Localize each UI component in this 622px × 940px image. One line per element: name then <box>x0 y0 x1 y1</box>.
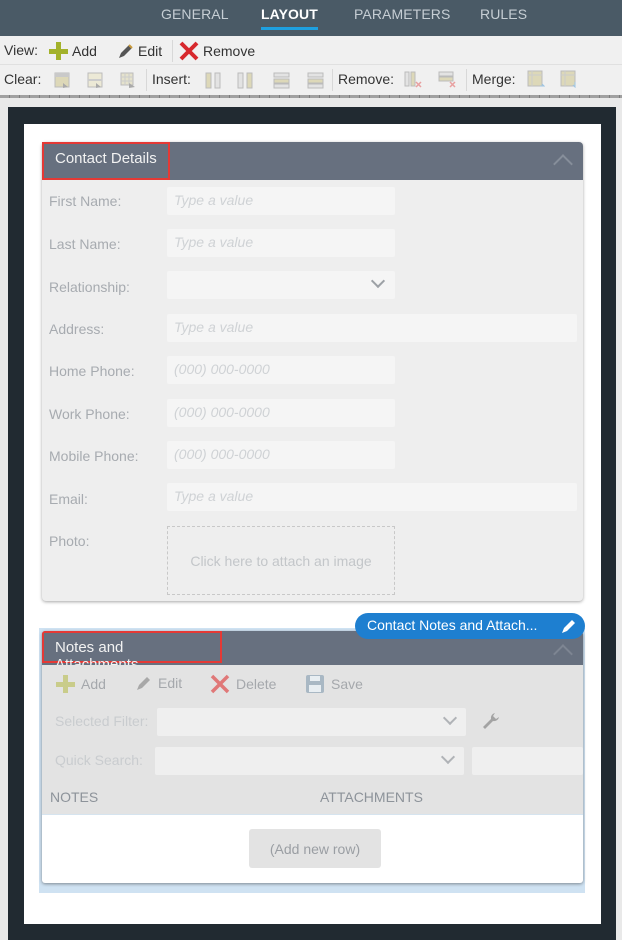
top-tab-bar: GENERAL LAYOUT PARAMETERS RULES <box>0 0 622 36</box>
notes-delete-label: Delete <box>236 676 277 692</box>
insert-row-below-icon[interactable] <box>306 71 324 89</box>
insert-column-right-icon[interactable] <box>236 71 254 89</box>
quick-search-label: Quick Search: <box>55 752 143 768</box>
first-name-label: First Name: <box>49 193 122 209</box>
photo-label: Photo: <box>49 533 90 549</box>
separator <box>332 69 333 91</box>
home-phone-input[interactable]: (000) 000-0000 <box>167 356 395 384</box>
last-name-input[interactable]: Type a value <box>167 229 395 257</box>
view-add-label: Add <box>72 42 97 59</box>
view-edit-button[interactable]: Edit <box>116 39 162 62</box>
selected-filter-dropdown[interactable] <box>157 708 466 736</box>
email-input[interactable]: Type a value <box>167 483 577 511</box>
tab-layout[interactable]: LAYOUT <box>261 6 318 30</box>
wrench-icon[interactable] <box>481 711 501 731</box>
quick-search-input[interactable] <box>472 747 583 775</box>
column-header-attachments[interactable]: ATTACHMENTS <box>320 789 423 805</box>
work-phone-label: Work Phone: <box>49 406 130 422</box>
quick-search-dropdown[interactable] <box>155 747 464 775</box>
photo-attach-area[interactable]: Click here to attach an image <box>167 526 395 595</box>
header-divider <box>42 814 583 815</box>
contact-details-header[interactable]: Contact Details <box>42 142 583 180</box>
x-icon <box>210 674 230 694</box>
mobile-phone-input[interactable]: (000) 000-0000 <box>167 441 395 469</box>
tab-rules[interactable]: RULES <box>480 6 527 22</box>
address-input[interactable]: Type a value <box>167 314 577 342</box>
email-label: Email: <box>49 491 88 507</box>
clear-cell-format-icon[interactable] <box>86 71 104 89</box>
relationship-dropdown[interactable] <box>167 271 395 299</box>
column-header-notes[interactable]: NOTES <box>50 789 98 805</box>
clear-cell-icon[interactable] <box>53 71 71 89</box>
save-disk-icon <box>306 675 324 693</box>
notes-save-button[interactable]: Save <box>305 674 363 694</box>
tab-parameters[interactable]: PARAMETERS <box>354 6 450 22</box>
clear-table-icon[interactable] <box>119 71 137 89</box>
notes-edit-label: Edit <box>158 675 183 691</box>
notes-add-label: Add <box>81 676 106 692</box>
relationship-label: Relationship: <box>49 279 130 295</box>
tab-general[interactable]: GENERAL <box>161 6 229 22</box>
view-label: View: <box>4 42 38 58</box>
chevron-down-icon <box>440 749 456 765</box>
collapse-chevron-icon[interactable] <box>553 154 573 174</box>
separator <box>466 69 467 91</box>
view-edit-label: Edit <box>138 42 163 59</box>
remove-row-icon[interactable] <box>438 70 456 88</box>
view-add-button[interactable]: Add <box>48 39 97 62</box>
chevron-down-icon <box>442 710 458 726</box>
first-name-input[interactable]: Type a value <box>167 187 395 215</box>
separator <box>146 69 147 91</box>
merge-label: Merge: <box>472 71 516 87</box>
notes-delete-button[interactable]: Delete <box>210 674 276 694</box>
add-new-row-button[interactable]: (Add new row) <box>249 829 381 868</box>
notes-add-button[interactable]: Add <box>55 674 106 694</box>
plus-icon <box>56 675 75 693</box>
contact-details-title: Contact Details <box>42 142 170 180</box>
selected-control-label[interactable]: Contact Notes and Attach... <box>355 613 585 639</box>
view-toolbar: View: Add Edit Remove <box>0 36 622 65</box>
work-phone-input[interactable]: (000) 000-0000 <box>167 399 395 427</box>
pencil-icon <box>119 43 133 58</box>
pencil-icon <box>137 677 150 690</box>
clear-label: Clear: <box>4 71 42 87</box>
insert-column-left-icon[interactable] <box>204 71 222 89</box>
home-phone-label: Home Phone: <box>49 363 135 379</box>
insert-label: Insert: <box>152 71 191 87</box>
separator <box>172 40 173 62</box>
notes-save-label: Save <box>331 676 363 692</box>
notes-title: Notes and Attachments <box>42 631 222 673</box>
remove-column-icon[interactable] <box>404 70 422 88</box>
address-label: Address: <box>49 321 105 337</box>
pencil-icon[interactable] <box>559 617 577 635</box>
x-icon <box>179 41 199 60</box>
view-remove-label: Remove <box>203 42 256 59</box>
layout-toolbar: Clear: Insert: Remove: Merge: <box>0 65 622 98</box>
insert-row-above-icon[interactable] <box>272 71 290 89</box>
plus-icon <box>49 41 68 60</box>
collapse-chevron-icon[interactable] <box>553 644 573 664</box>
merge-right-icon[interactable] <box>527 70 545 88</box>
mobile-phone-label: Mobile Phone: <box>49 448 139 464</box>
selected-filter-label: Selected Filter: <box>55 713 149 729</box>
notes-edit-button[interactable]: Edit <box>134 674 182 692</box>
merge-down-icon[interactable] <box>560 70 578 88</box>
view-remove-button[interactable]: Remove <box>179 39 255 62</box>
remove-label: Remove: <box>338 71 395 87</box>
last-name-label: Last Name: <box>49 236 121 252</box>
chevron-down-icon <box>370 273 386 289</box>
selected-control-text: Contact Notes and Attach... <box>367 617 538 633</box>
